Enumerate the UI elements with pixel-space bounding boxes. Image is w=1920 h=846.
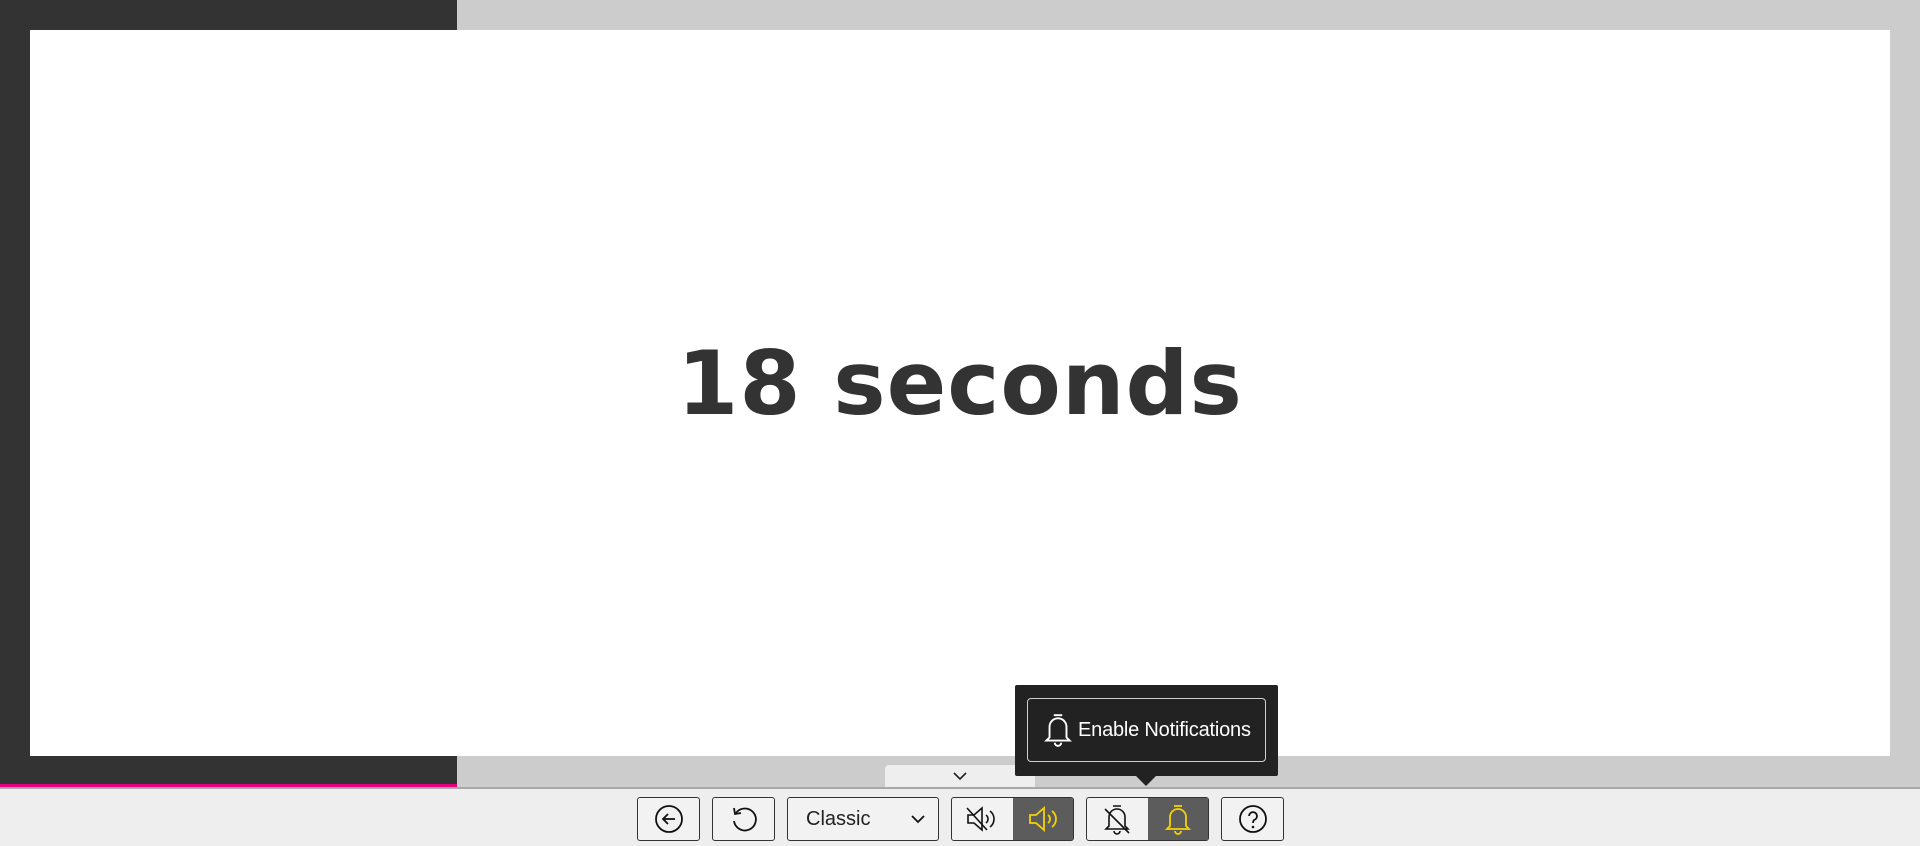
chevron-down-icon xyxy=(911,815,925,824)
disable-notifications-button[interactable] xyxy=(1087,798,1148,840)
theme-select-value: Classic xyxy=(806,807,871,830)
tooltip-label: Enable Notifications xyxy=(1078,718,1251,741)
rotate-ccw-icon xyxy=(732,807,757,832)
volume-on-icon xyxy=(1028,806,1057,832)
back-button[interactable] xyxy=(637,797,700,841)
sound-toggle-group xyxy=(951,797,1074,841)
mute-sound-button[interactable] xyxy=(952,798,1013,840)
chevron-down-icon xyxy=(953,772,967,781)
help-button[interactable] xyxy=(1221,797,1284,841)
theme-select[interactable]: Classic xyxy=(787,797,939,841)
enable-notifications-button[interactable] xyxy=(1147,798,1208,840)
enable-notifications-tooltip: Enable Notifications xyxy=(1015,685,1278,786)
tooltip-content: Enable Notifications xyxy=(1027,698,1266,762)
timer-display-area: 18 seconds xyxy=(30,30,1890,756)
bell-icon xyxy=(1044,714,1072,747)
bottom-toolbar: Classic xyxy=(0,787,1920,846)
collapse-toolbar-tab[interactable] xyxy=(885,765,1035,787)
help-circle-icon xyxy=(1238,805,1267,833)
bell-off-icon xyxy=(1104,805,1131,835)
arrow-left-circle-icon xyxy=(654,805,683,833)
reset-button[interactable] xyxy=(712,797,775,841)
timer-text: 18 seconds xyxy=(677,331,1243,435)
bell-icon xyxy=(1164,805,1191,835)
notification-toggle-group xyxy=(1086,797,1209,841)
tooltip-arrow xyxy=(1136,776,1156,786)
sound-on-button[interactable] xyxy=(1012,798,1073,840)
volume-mute-icon xyxy=(966,806,996,832)
